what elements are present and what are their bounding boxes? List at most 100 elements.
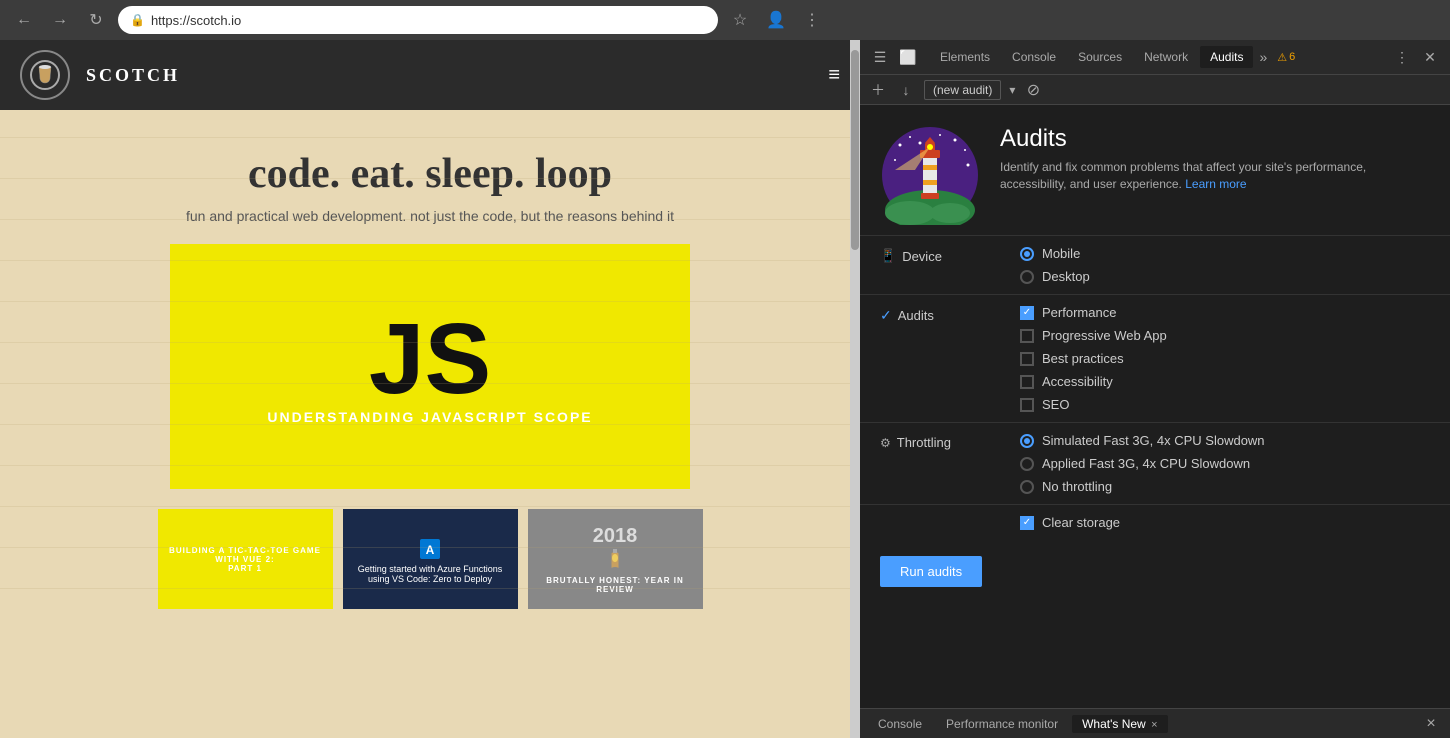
dt-new-audit-button[interactable]: (new audit): [924, 80, 1001, 100]
thumb-3-year: 2018: [593, 525, 638, 548]
audit-best-practices-option[interactable]: Best practices: [1020, 351, 1430, 366]
audit-performance-option[interactable]: Performance: [1020, 305, 1430, 320]
close-panel-button[interactable]: ×: [1420, 713, 1442, 735]
bottom-actions: ×: [1420, 713, 1442, 735]
devtools-toolbar: ＋ ↓ (new audit) ▾ ⊘: [860, 75, 1450, 105]
run-audits-section: Run audits: [860, 540, 1450, 603]
tab-audits[interactable]: Audits: [1200, 46, 1253, 68]
star-button[interactable]: ☆: [726, 6, 754, 34]
clear-storage-options: Clear storage: [1020, 515, 1430, 530]
dt-dropdown-arrow[interactable]: ▾: [1009, 83, 1015, 97]
throttling-none-label: No throttling: [1042, 479, 1112, 494]
scotch-menu-icon[interactable]: ≡: [828, 64, 840, 87]
featured-language: JS: [369, 309, 491, 409]
audit-seo-checkbox[interactable]: [1020, 398, 1034, 412]
forward-button[interactable]: →: [46, 6, 74, 34]
audits-label: ✓ Audits: [880, 305, 1000, 324]
learn-more-link[interactable]: Learn more: [1185, 177, 1246, 191]
bottom-tab-console[interactable]: Console: [868, 715, 932, 733]
audit-accessibility-option[interactable]: Accessibility: [1020, 374, 1430, 389]
lantern-icon: [605, 548, 625, 576]
lighthouse-section: Audits Identify and fix common problems …: [860, 105, 1450, 235]
clear-storage-label-spacer: [880, 515, 1000, 517]
audit-pwa-option[interactable]: Progressive Web App: [1020, 328, 1430, 343]
scotch-header: SCOTCH ≡: [0, 40, 860, 110]
scrollbar-thumb: [851, 50, 859, 250]
clear-storage-checkbox[interactable]: [1020, 516, 1034, 530]
address-bar[interactable]: 🔒 https://scotch.io: [118, 6, 718, 34]
dt-header-actions: ⋮ ✕: [1390, 45, 1442, 69]
devtools-panel: ☰ ⬜ Elements Console Sources Network Aud…: [860, 40, 1450, 738]
throttling-simulated-radio[interactable]: [1020, 434, 1034, 448]
audit-pwa-checkbox[interactable]: [1020, 329, 1034, 343]
bottom-tab-whats-new-close[interactable]: ×: [1151, 719, 1157, 731]
clear-storage-option[interactable]: Clear storage: [1020, 515, 1430, 530]
browser-menu-button[interactable]: ⋮: [798, 6, 826, 34]
audit-pwa-label: Progressive Web App: [1042, 328, 1167, 343]
device-mobile-radio[interactable]: [1020, 247, 1034, 261]
thumb-1-text-bottom: PART 1: [228, 564, 262, 573]
cup-icon: [33, 63, 57, 87]
bottom-bar: Console Performance monitor What's New ×…: [860, 708, 1450, 738]
svg-text:A: A: [426, 543, 435, 557]
account-button[interactable]: 👤: [762, 6, 790, 34]
dt-download-button[interactable]: ↓: [896, 80, 916, 100]
tab-sources[interactable]: Sources: [1068, 46, 1132, 68]
device-desktop-radio[interactable]: [1020, 270, 1034, 284]
bottom-tab-whats-new[interactable]: What's New ×: [1072, 715, 1167, 733]
scotch-logo[interactable]: [20, 50, 70, 100]
device-desktop-option[interactable]: Desktop: [1020, 269, 1430, 284]
device-mobile-option[interactable]: Mobile: [1020, 246, 1430, 261]
audit-performance-label: Performance: [1042, 305, 1116, 320]
throttling-simulated-label: Simulated Fast 3G, 4x CPU Slowdown: [1042, 433, 1265, 448]
gear-icon: ⚙: [880, 436, 891, 450]
audit-seo-option[interactable]: SEO: [1020, 397, 1430, 412]
thumb-3-subtitle: Brutally Honest: Year in Review: [528, 576, 703, 594]
bottom-tab-performance-monitor[interactable]: Performance monitor: [936, 715, 1068, 733]
thumbnail-3[interactable]: 2018 Brutally Honest: Year in Review: [528, 509, 703, 609]
audit-best-practices-checkbox[interactable]: [1020, 352, 1034, 366]
thumb-1-text-top: BUILDING A TIC-TAC-TOE GAME WITH VUE 2:: [158, 546, 333, 564]
dt-add-button[interactable]: ＋: [868, 80, 888, 100]
throttling-applied-option[interactable]: Applied Fast 3G, 4x CPU Slowdown: [1020, 456, 1430, 471]
audit-accessibility-checkbox[interactable]: [1020, 375, 1034, 389]
dt-device-button[interactable]: ⬜: [896, 45, 920, 69]
audit-performance-checkbox[interactable]: [1020, 306, 1034, 320]
thumbnail-row: BUILDING A TIC-TAC-TOE GAME WITH VUE 2: …: [20, 509, 840, 609]
audits-panel-description: Identify and fix common problems that af…: [1000, 159, 1430, 193]
clear-storage-section: Clear storage: [860, 504, 1450, 540]
audit-seo-label: SEO: [1042, 397, 1069, 412]
throttling-none-radio[interactable]: [1020, 480, 1034, 494]
featured-card[interactable]: JS UNDERSTANDING JAVASCRIPT SCOPE: [170, 244, 690, 489]
lighthouse-info: Audits Identify and fix common problems …: [1000, 125, 1430, 193]
back-button[interactable]: ←: [10, 6, 38, 34]
audit-accessibility-label: Accessibility: [1042, 374, 1113, 389]
throttling-applied-radio[interactable]: [1020, 457, 1034, 471]
run-audits-button[interactable]: Run audits: [880, 556, 982, 587]
thumbnail-2[interactable]: A Getting started with Azure Functions u…: [343, 509, 518, 609]
reload-button[interactable]: ↻: [82, 6, 110, 34]
dt-close-button[interactable]: ✕: [1418, 45, 1442, 69]
throttling-options: Simulated Fast 3G, 4x CPU Slowdown Appli…: [1020, 433, 1430, 494]
clear-storage-label: Clear storage: [1042, 515, 1120, 530]
device-section: 📱 Device Mobile Desktop: [860, 235, 1450, 294]
dt-cancel-button[interactable]: ⊘: [1023, 80, 1043, 100]
tab-console[interactable]: Console: [1002, 46, 1066, 68]
website-area: SCOTCH ≡ code. eat. sleep. loop fun and …: [0, 40, 860, 738]
thumb-2-title: Getting started with Azure Functions usi…: [351, 564, 510, 584]
throttling-none-option[interactable]: No throttling: [1020, 479, 1430, 494]
scrollbar[interactable]: [850, 40, 860, 738]
scotch-title: SCOTCH: [86, 65, 180, 86]
url-text: https://scotch.io: [151, 13, 241, 28]
scotch-logo-inner: [30, 60, 60, 90]
thumbnail-1[interactable]: BUILDING A TIC-TAC-TOE GAME WITH VUE 2: …: [158, 509, 333, 609]
tab-network[interactable]: Network: [1134, 46, 1198, 68]
tab-elements[interactable]: Elements: [930, 46, 1000, 68]
lighthouse-logo: [880, 125, 980, 225]
browser-chrome: ← → ↻ 🔒 https://scotch.io ☆ 👤 ⋮: [0, 0, 1450, 40]
hero-subtitle: fun and practical web development. not j…: [20, 208, 840, 224]
throttling-simulated-option[interactable]: Simulated Fast 3G, 4x CPU Slowdown: [1020, 433, 1430, 448]
more-tabs-icon[interactable]: »: [1259, 49, 1267, 65]
dt-inspect-button[interactable]: ☰: [868, 45, 892, 69]
dt-overflow-button[interactable]: ⋮: [1390, 45, 1414, 69]
